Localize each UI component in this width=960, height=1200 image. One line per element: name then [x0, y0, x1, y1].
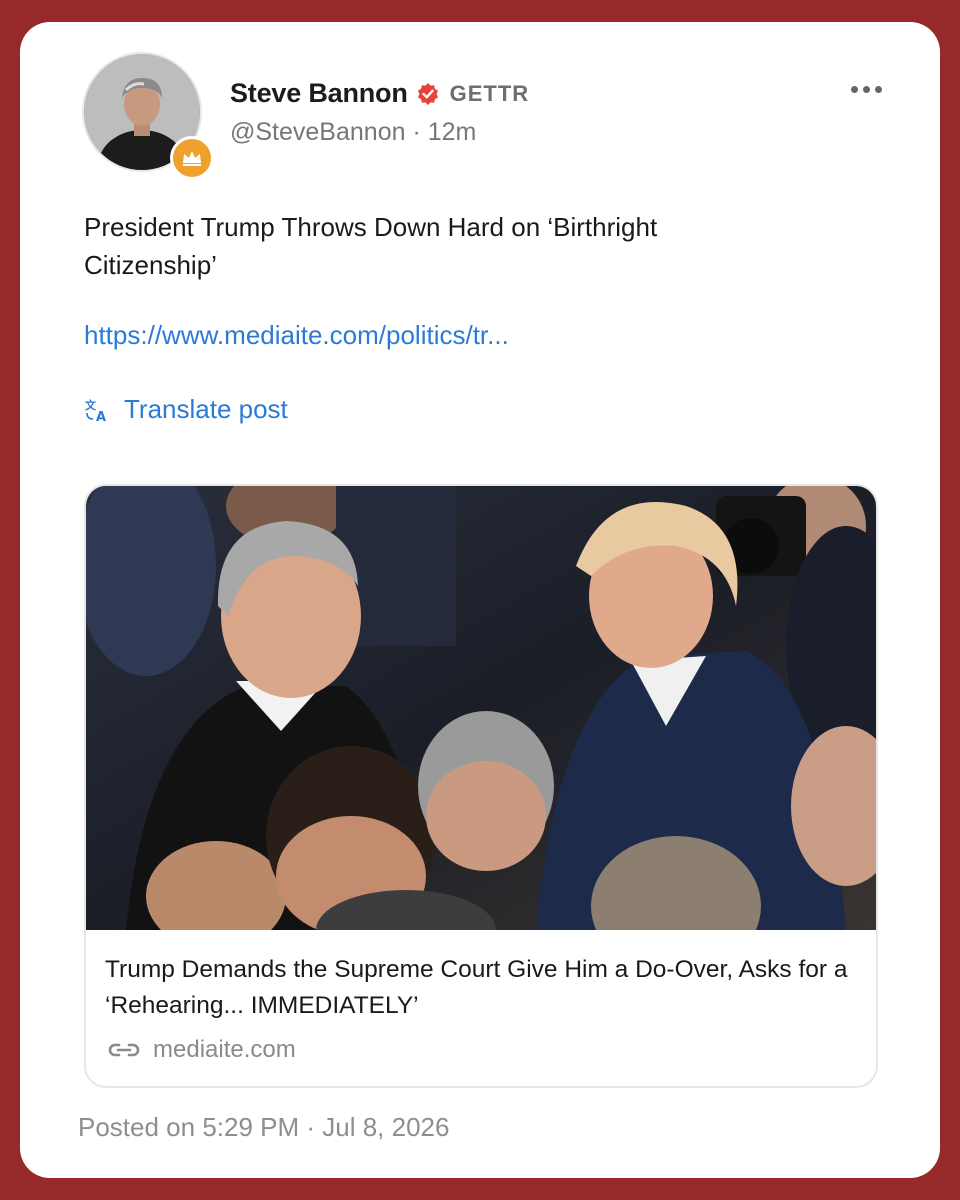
handle-row: @SteveBannon · 12m: [230, 118, 476, 147]
translate-icon: 文 A: [85, 398, 106, 423]
link-icon: [108, 1043, 140, 1057]
link-preview-image: [86, 486, 876, 930]
svg-text:A: A: [96, 410, 106, 423]
author-handle[interactable]: @SteveBannon: [230, 118, 406, 146]
post-link[interactable]: https://www.mediaite.com/politics/tr...: [84, 320, 509, 351]
link-preview-domain: mediaite.com: [153, 1036, 296, 1063]
author-name-row: Steve Bannon GETTR: [230, 78, 529, 109]
more-horizontal-icon[interactable]: [851, 86, 882, 93]
translate-post-button[interactable]: 文 A Translate post: [84, 394, 288, 425]
link-preview-domain-row: mediaite.com: [107, 1036, 296, 1064]
link-preview-title: Trump Demands the Supreme Court Give Him…: [105, 956, 848, 1019]
platform-label: GETTR: [449, 80, 530, 106]
separator: ·: [405, 118, 428, 146]
crown-icon: [170, 136, 214, 180]
verified-badge-icon: [417, 82, 438, 105]
post-time: 12m: [427, 118, 477, 146]
posted-timestamp: Posted on 5:29 PM · Jul 8, 2026: [78, 1112, 450, 1142]
link-preview-card[interactable]: Trump Demands the Supreme Court Give Him…: [84, 484, 878, 1088]
author-display-name[interactable]: Steve Bannon: [230, 78, 408, 109]
post-text: President Trump Throws Down Hard on ‘Bir…: [84, 212, 658, 280]
translate-label: Translate post: [124, 394, 288, 424]
post-card: Steve Bannon GETTR @SteveBannon · 12m Pr…: [20, 22, 940, 1178]
